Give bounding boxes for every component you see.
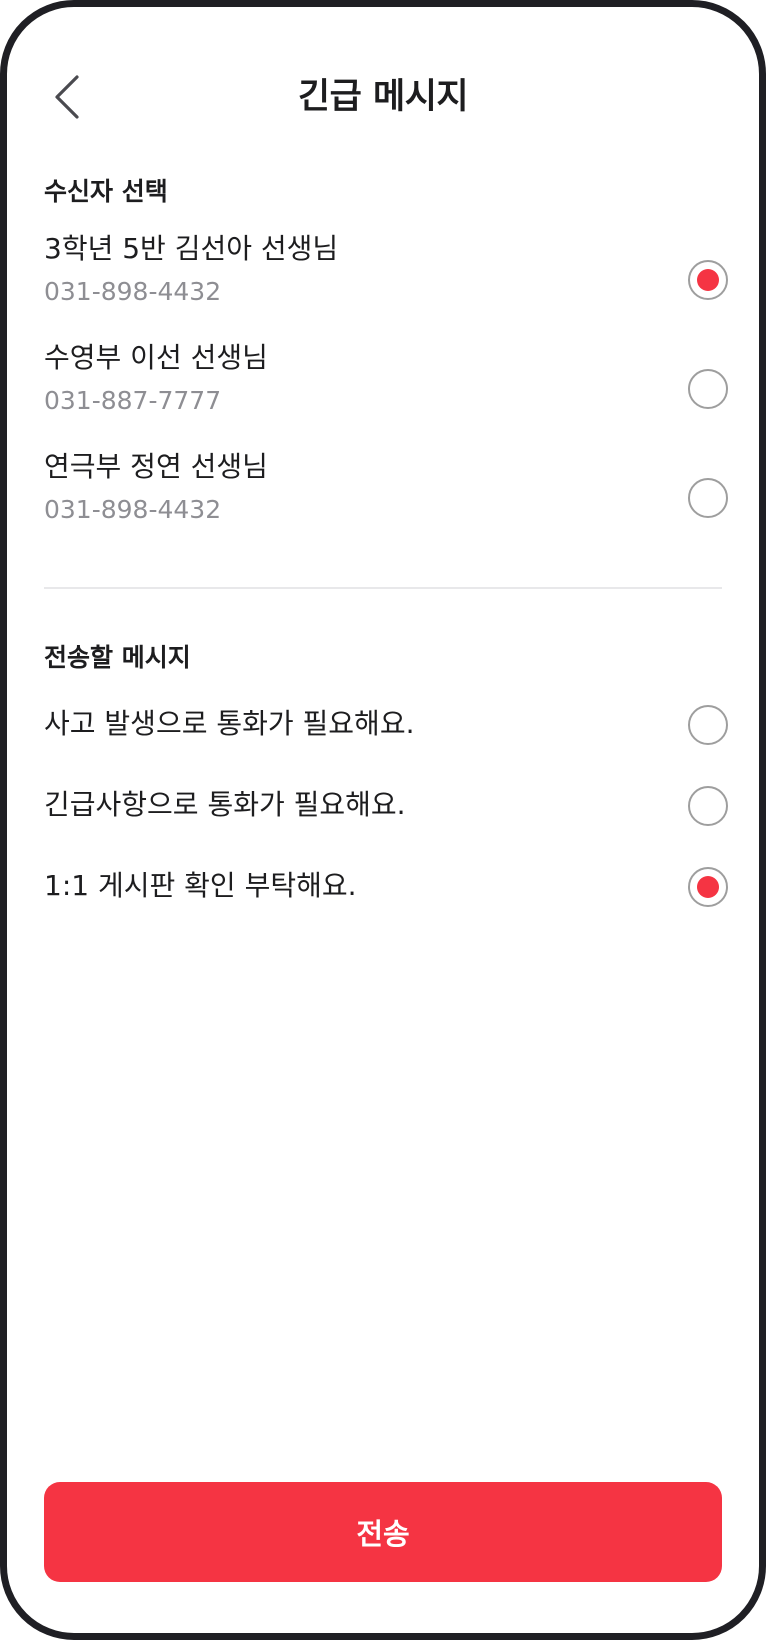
recipient-item[interactable]: 수영부 이선 선생님 031-887-7777	[44, 338, 728, 438]
send-button[interactable]: 전송	[44, 1482, 722, 1582]
message-text: 1:1 게시판 확인 부탁해요.	[44, 869, 357, 902]
chevron-left-icon	[55, 75, 79, 119]
message-radio[interactable]	[688, 786, 728, 826]
message-text: 사고 발생으로 통화가 필요해요.	[44, 707, 415, 740]
message-option[interactable]: 1:1 게시판 확인 부탁해요.	[44, 862, 728, 912]
recipient-radio[interactable]	[688, 369, 728, 409]
phone-frame: 긴급 메시지 수신자 선택 3학년 5반 김선아 선생님 031-898-443…	[0, 0, 766, 1640]
header: 긴급 메시지	[7, 57, 759, 137]
recipient-radio[interactable]	[688, 478, 728, 518]
message-option[interactable]: 긴급사항으로 통화가 필요해요.	[44, 781, 728, 831]
recipient-name: 3학년 5반 김선아 선생님	[44, 232, 339, 265]
messages-section-title: 전송할 메시지	[44, 643, 191, 672]
section-divider	[44, 587, 722, 589]
recipient-phone: 031-898-4432	[44, 277, 222, 306]
recipient-name: 수영부 이선 선생님	[44, 341, 268, 374]
message-option[interactable]: 사고 발생으로 통화가 필요해요.	[44, 700, 728, 750]
message-radio[interactable]	[688, 705, 728, 745]
back-button[interactable]	[37, 67, 97, 127]
recipient-phone: 031-887-7777	[44, 386, 222, 415]
recipient-radio[interactable]	[688, 260, 728, 300]
page-title: 긴급 메시지	[297, 77, 469, 117]
recipient-item[interactable]: 3학년 5반 김선아 선생님 031-898-4432	[44, 229, 728, 329]
recipient-phone: 031-898-4432	[44, 495, 222, 524]
recipient-name: 연극부 정연 선생님	[44, 450, 268, 483]
message-radio[interactable]	[688, 867, 728, 907]
recipients-section-title: 수신자 선택	[44, 177, 168, 206]
recipient-item[interactable]: 연극부 정연 선생님 031-898-4432	[44, 447, 728, 547]
message-text: 긴급사항으로 통화가 필요해요.	[44, 788, 406, 821]
